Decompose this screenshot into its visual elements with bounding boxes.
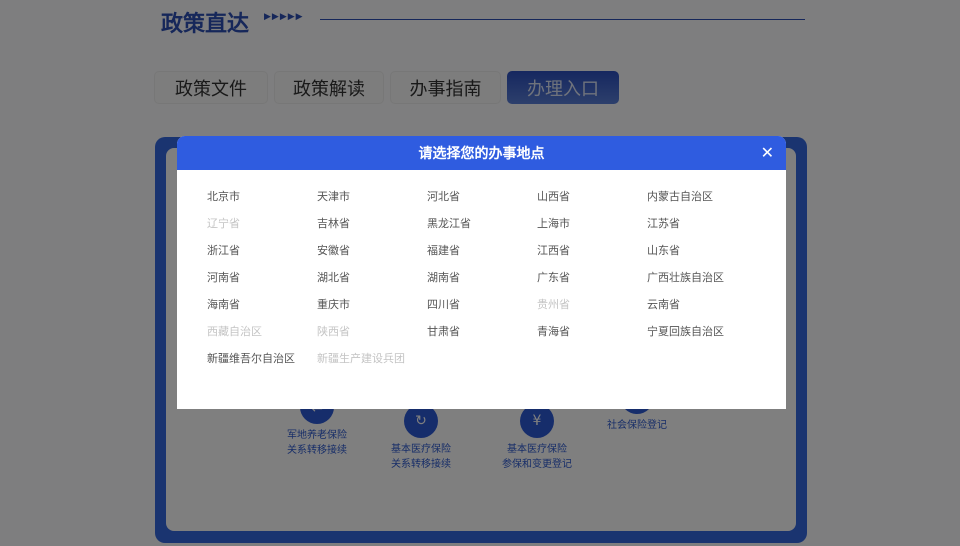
province-item[interactable]: 黑龙江省 <box>427 215 537 242</box>
province-item[interactable]: 广东省 <box>537 269 647 296</box>
province-item[interactable]: 青海省 <box>537 323 647 350</box>
province-item[interactable]: 江苏省 <box>647 215 757 242</box>
location-modal: 请选择您的办事地点 ✕ 北京市天津市河北省山西省内蒙古自治区辽宁省吉林省黑龙江省… <box>177 136 786 409</box>
province-item[interactable]: 内蒙古自治区 <box>647 188 757 215</box>
province-item[interactable]: 上海市 <box>537 215 647 242</box>
province-item: 西藏自治区 <box>207 323 317 350</box>
province-item: 贵州省 <box>537 296 647 323</box>
province-item[interactable]: 河北省 <box>427 188 537 215</box>
province-item[interactable]: 云南省 <box>647 296 757 323</box>
province-item[interactable]: 湖南省 <box>427 269 537 296</box>
province-item[interactable]: 吉林省 <box>317 215 427 242</box>
close-icon[interactable]: ✕ <box>761 143 774 162</box>
province-item[interactable]: 新疆维吾尔自治区 <box>207 350 317 377</box>
province-item: 新疆生产建设兵团 <box>317 350 427 377</box>
province-item[interactable]: 浙江省 <box>207 242 317 269</box>
province-item[interactable]: 海南省 <box>207 296 317 323</box>
province-item[interactable]: 安徽省 <box>317 242 427 269</box>
modal-title: 请选择您的办事地点 <box>419 143 545 163</box>
province-item[interactable]: 河南省 <box>207 269 317 296</box>
province-item[interactable]: 山西省 <box>537 188 647 215</box>
province-item[interactable]: 天津市 <box>317 188 427 215</box>
province-item[interactable]: 北京市 <box>207 188 317 215</box>
province-item[interactable]: 宁夏回族自治区 <box>647 323 757 350</box>
province-item[interactable]: 山东省 <box>647 242 757 269</box>
province-item[interactable]: 福建省 <box>427 242 537 269</box>
province-grid: 北京市天津市河北省山西省内蒙古自治区辽宁省吉林省黑龙江省上海市江苏省浙江省安徽省… <box>207 188 757 377</box>
province-item[interactable]: 江西省 <box>537 242 647 269</box>
province-item[interactable]: 重庆市 <box>317 296 427 323</box>
province-item[interactable]: 甘肃省 <box>427 323 537 350</box>
modal-header: 请选择您的办事地点 ✕ <box>177 136 786 170</box>
province-item[interactable]: 湖北省 <box>317 269 427 296</box>
province-item: 辽宁省 <box>207 215 317 242</box>
province-item: 陕西省 <box>317 323 427 350</box>
province-item[interactable]: 广西壮族自治区 <box>647 269 757 296</box>
province-item[interactable]: 四川省 <box>427 296 537 323</box>
